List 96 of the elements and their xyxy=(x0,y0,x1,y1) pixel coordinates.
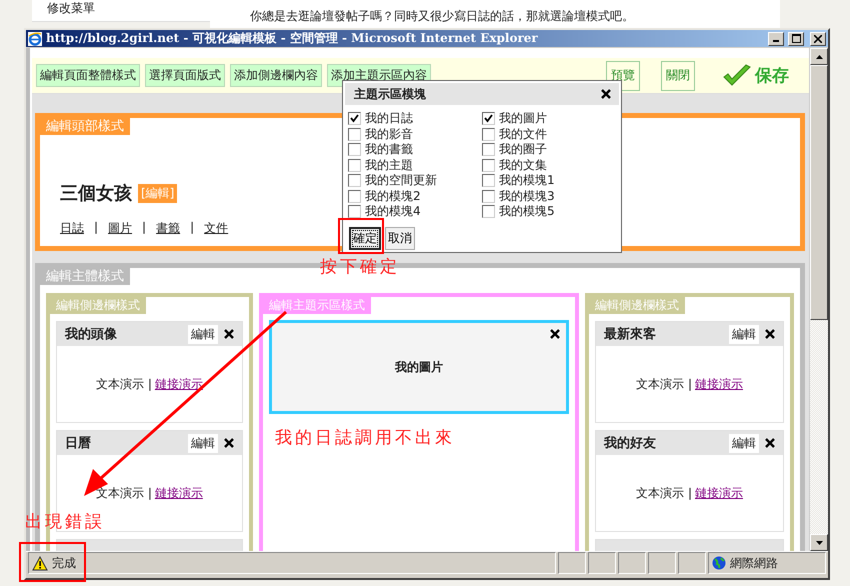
status-pane xyxy=(588,552,616,574)
nav-link[interactable]: 文件 xyxy=(204,220,228,237)
annotation-text: 我的日誌調用不出來 xyxy=(275,427,455,449)
down-arrow-icon xyxy=(816,540,822,544)
option-label: 我的模塊5 xyxy=(499,203,555,220)
browser-icon xyxy=(28,32,42,46)
status-pane xyxy=(648,552,676,574)
checkbox[interactable] xyxy=(348,158,361,172)
widget-title: 日曆 xyxy=(65,435,92,452)
checkbox[interactable] xyxy=(482,128,495,141)
scroll-up-button[interactable] xyxy=(810,48,828,65)
checkbox[interactable] xyxy=(348,143,361,156)
cancel-button[interactable]: 取消 xyxy=(385,226,415,250)
demo-link[interactable]: 鏈接演示 xyxy=(694,484,743,502)
scrollbar-thumb[interactable] xyxy=(810,65,828,320)
close-icon[interactable] xyxy=(550,329,560,339)
checkbox[interactable] xyxy=(348,190,361,203)
close-icon[interactable] xyxy=(765,329,775,339)
annotation-text: 出現錯誤 xyxy=(25,511,105,533)
checkbox[interactable] xyxy=(482,190,495,203)
close-icon[interactable] xyxy=(601,89,611,99)
status-text: 完成 xyxy=(52,554,76,572)
close-icon xyxy=(814,34,822,42)
annotation-text: 按下確定 xyxy=(320,256,400,278)
demo-text: 文本演示 | xyxy=(96,484,152,502)
sidebar-item[interactable]: 修改菜單 xyxy=(47,1,95,15)
checkbox[interactable] xyxy=(482,174,495,188)
close-icon[interactable] xyxy=(765,438,775,448)
checkmark-icon xyxy=(722,64,752,88)
status-pane xyxy=(558,552,586,574)
option-label: 我的書籤 xyxy=(365,141,413,158)
nav-separator: | xyxy=(142,220,146,236)
edit-button[interactable]: 編輯 xyxy=(188,324,218,344)
nav-link[interactable]: 書籤 xyxy=(156,220,180,237)
option-label: 我的文件 xyxy=(499,126,547,143)
option-label: 我的文集 xyxy=(499,156,547,174)
option-label: 我的空間更新 xyxy=(365,172,437,190)
checkbox[interactable] xyxy=(482,112,495,126)
demo-text: 文本演示 | xyxy=(96,376,152,392)
status-pane xyxy=(618,552,646,574)
edit-button[interactable]: 編輯 xyxy=(188,434,218,452)
nav-separator: | xyxy=(94,220,98,236)
toolbar-button[interactable]: 關閉 xyxy=(661,60,695,90)
globe-icon xyxy=(712,556,726,570)
widget-title: 最新來客 xyxy=(604,326,658,343)
option-label: 我的模塊1 xyxy=(499,172,555,190)
zone-text: 網際網路 xyxy=(730,554,778,572)
checkbox[interactable] xyxy=(482,205,495,218)
checkbox[interactable] xyxy=(348,174,361,188)
toolbar-button[interactable]: 編輯頁面整體樣式 xyxy=(36,64,140,87)
minimize-button[interactable] xyxy=(768,32,784,46)
maximize-icon xyxy=(792,34,800,43)
window-title: http://blog.2girl.net - 可視化編輯模板 - 空間管理 - Microsoft Internet Explorer xyxy=(46,30,539,47)
checkbox[interactable] xyxy=(482,143,495,156)
demo-link[interactable]: 鏈接演示 xyxy=(154,484,203,502)
close-icon[interactable] xyxy=(224,438,234,448)
up-arrow-icon xyxy=(816,54,822,58)
nav-link[interactable]: 日誌 xyxy=(60,220,84,237)
demo-text: 文本演示 | xyxy=(636,376,692,392)
dialog-title: 主題示區模塊 xyxy=(354,86,426,102)
module-title: 我的圖片 xyxy=(395,358,443,376)
scroll-down-button[interactable] xyxy=(810,534,828,551)
ok-button[interactable]: 確定 xyxy=(349,226,381,250)
option-label: 我的模塊4 xyxy=(365,203,421,220)
scrollbar-track[interactable] xyxy=(810,48,828,551)
option-label: 我的模塊3 xyxy=(499,188,555,205)
maximize-button[interactable] xyxy=(788,32,804,46)
option-label: 我的模塊2 xyxy=(365,188,421,205)
close-icon[interactable] xyxy=(224,329,234,339)
close-button[interactable] xyxy=(810,32,826,46)
option-label: 我的主題 xyxy=(365,156,413,174)
option-label: 我的圈子 xyxy=(499,141,547,158)
option-label: 我的日誌 xyxy=(365,110,413,128)
edit-button[interactable]: 編輯 xyxy=(729,434,759,452)
checkbox[interactable] xyxy=(482,158,495,172)
description-text: 你總是去逛論壇發帖子嗎？同時又很少寫日誌的話，那就選論壇模式吧。 xyxy=(250,9,634,23)
blog-title: 三個女孩 xyxy=(60,182,132,205)
checkbox[interactable] xyxy=(348,112,361,126)
widget-title: 我的好友 xyxy=(604,435,658,452)
checkbox[interactable] xyxy=(348,128,361,141)
toolbar-button[interactable]: 選擇頁面版式 xyxy=(145,64,225,87)
highlight-box xyxy=(19,542,86,582)
edit-button[interactable]: 編輯 xyxy=(729,324,759,344)
minimize-icon xyxy=(773,40,779,42)
toolbar-button[interactable]: 添加側邊欄內容 xyxy=(230,64,322,87)
option-label: 我的影音 xyxy=(365,126,413,143)
checkbox[interactable] xyxy=(348,205,361,218)
option-label: 我的圖片 xyxy=(499,110,547,128)
highlight-box xyxy=(338,218,384,254)
status-pane xyxy=(678,552,706,574)
nav-separator: | xyxy=(190,220,194,236)
warning-icon xyxy=(32,556,48,570)
demo-text: 文本演示 | xyxy=(636,484,692,502)
widget-title: 我的頭像 xyxy=(65,326,118,343)
nav-link[interactable]: 圖片 xyxy=(108,220,132,237)
demo-link[interactable]: 鏈接演示 xyxy=(694,376,743,392)
